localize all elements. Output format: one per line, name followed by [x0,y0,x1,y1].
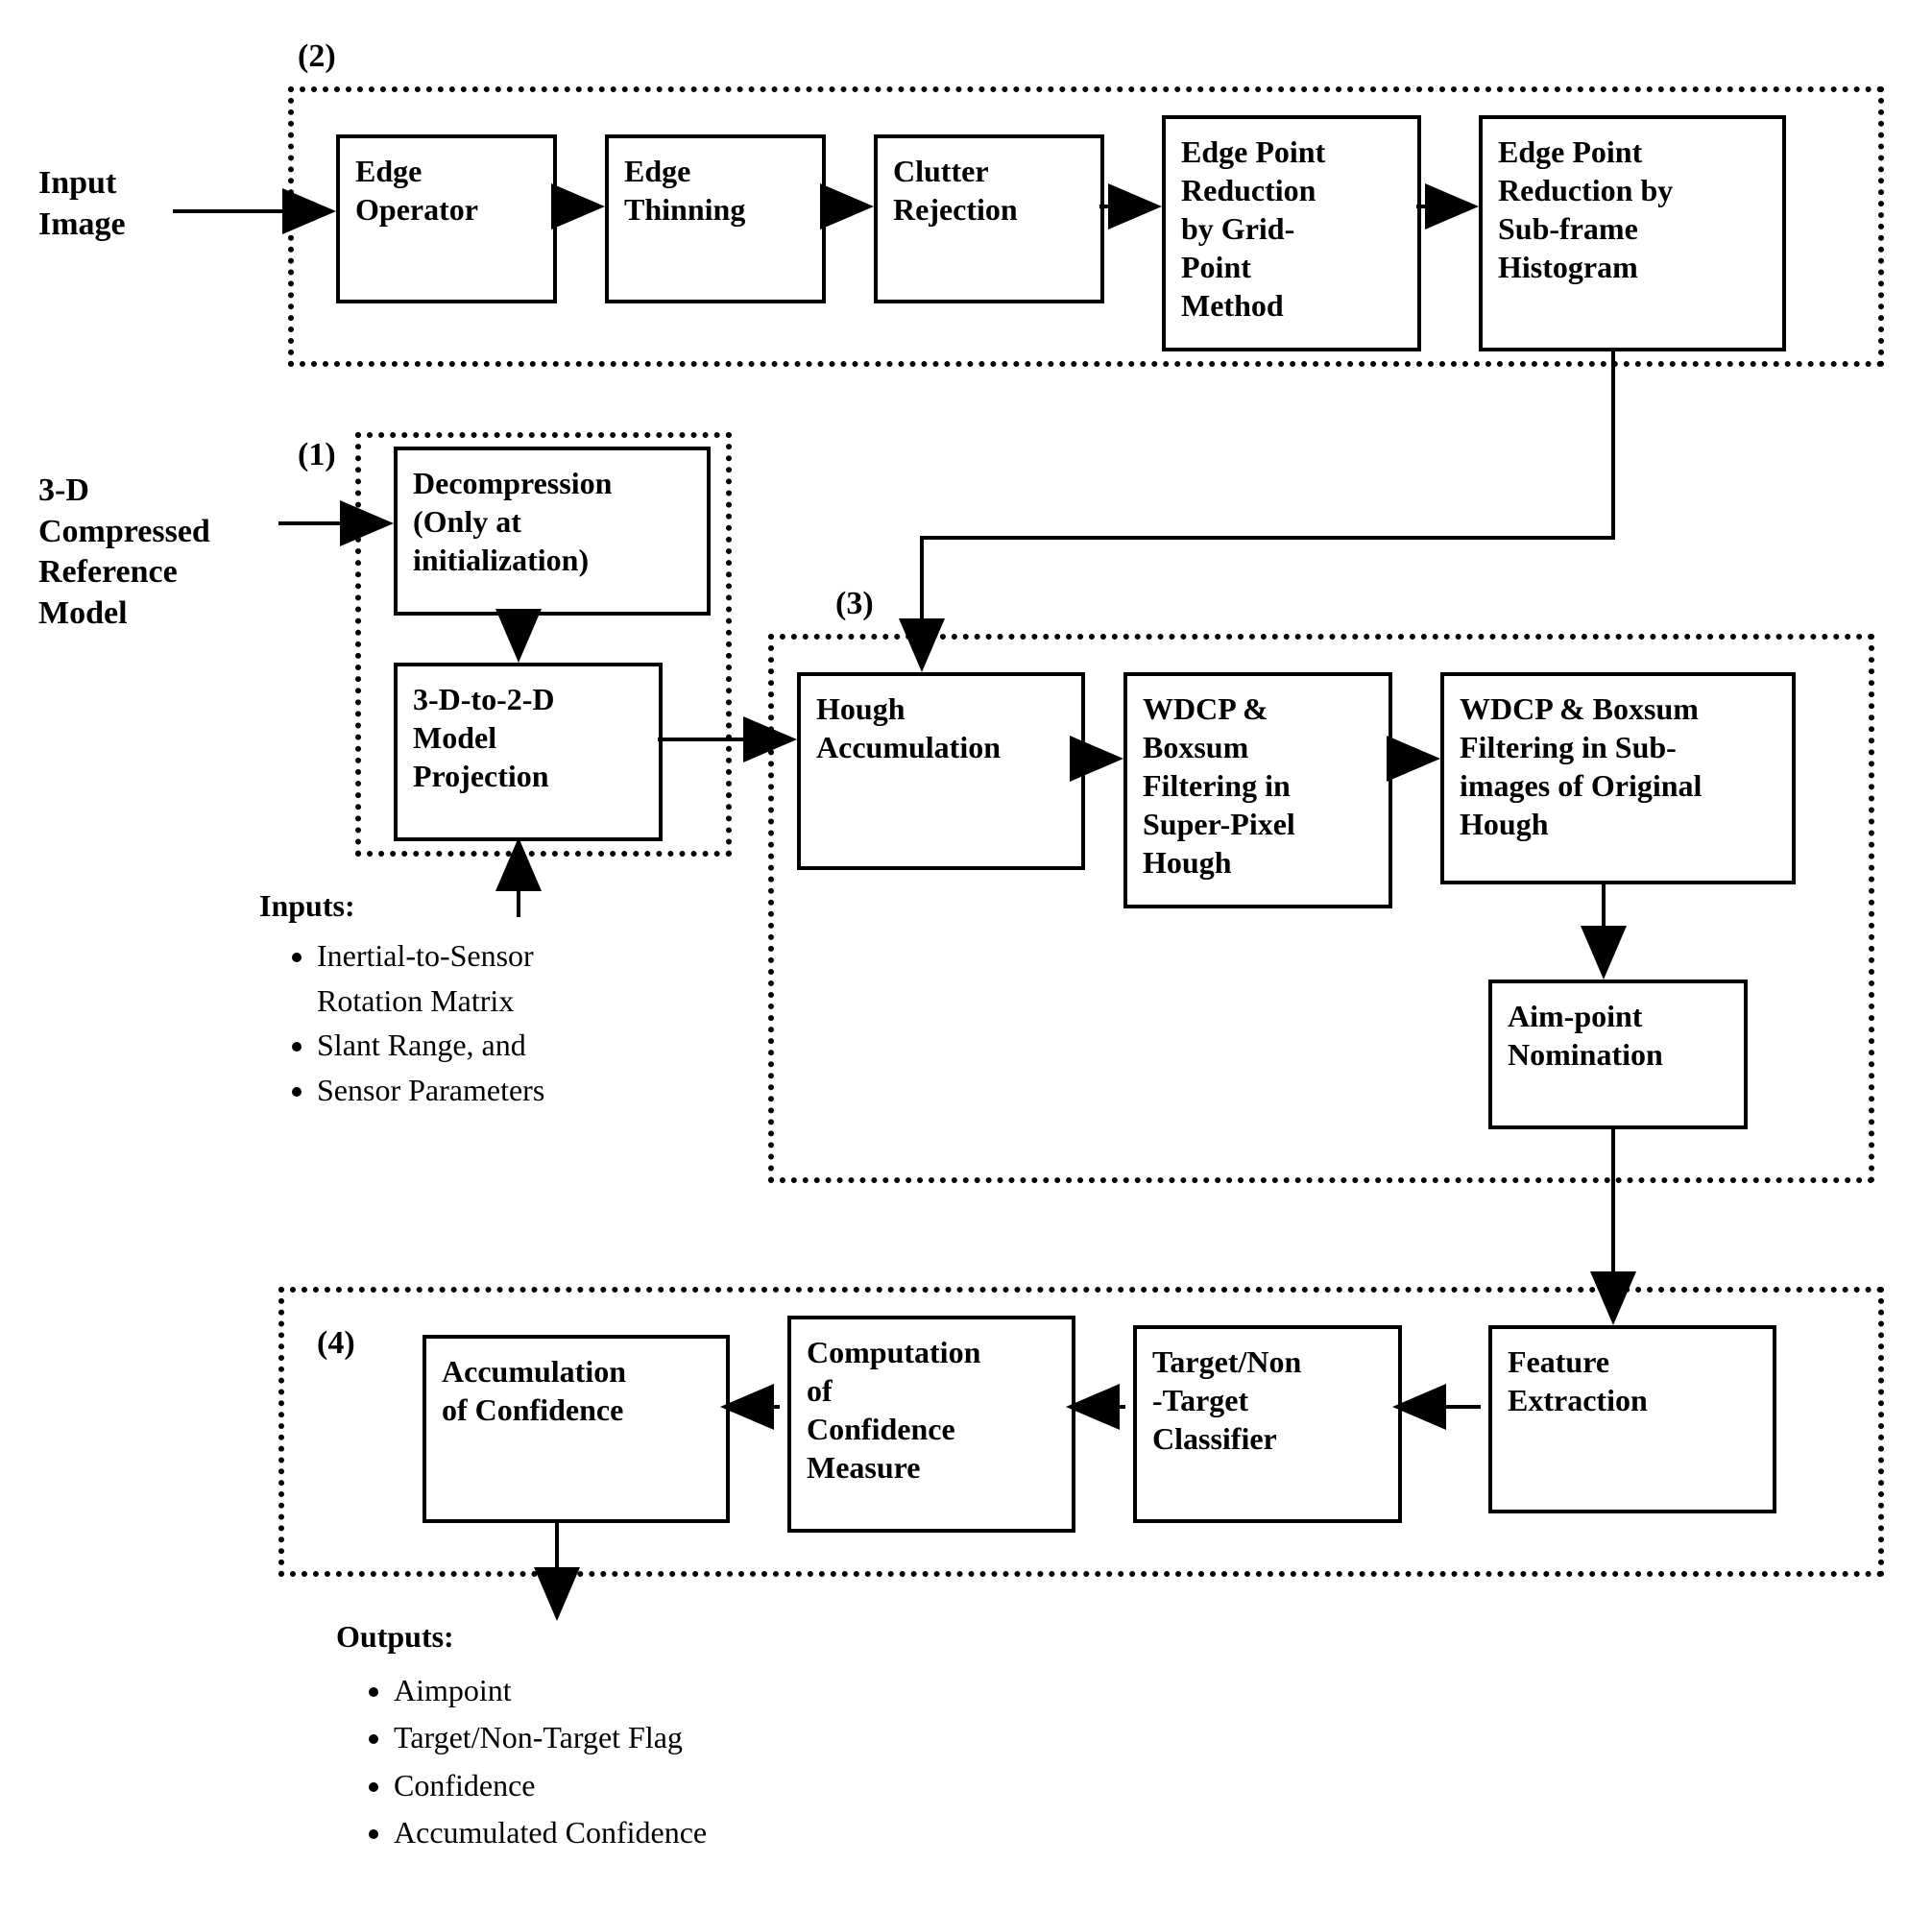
arrows-layer [19,19,1911,1892]
